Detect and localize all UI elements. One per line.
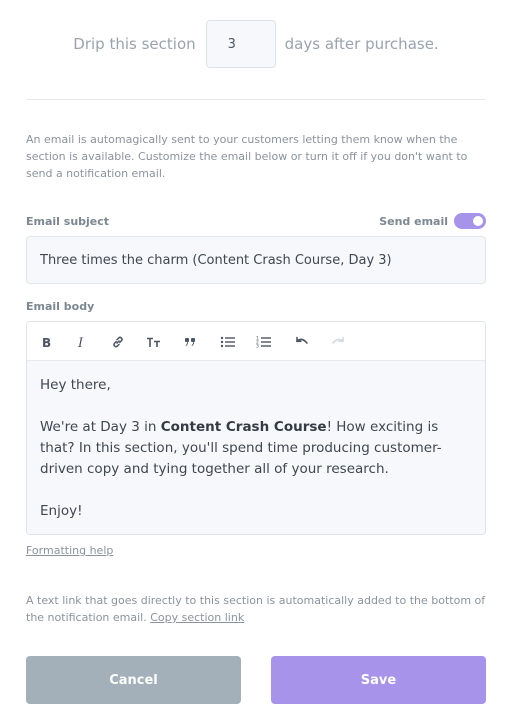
- svg-text:I: I: [77, 336, 84, 349]
- divider: [26, 99, 486, 100]
- drip-days-input[interactable]: [205, 20, 276, 68]
- section-link-info-text: A text link that goes directly to this s…: [26, 594, 486, 624]
- undo-icon[interactable]: [292, 332, 312, 352]
- italic-icon[interactable]: I: [72, 332, 92, 352]
- quote-icon[interactable]: [180, 332, 200, 352]
- body-paragraph-start: We're at Day 3 in: [40, 419, 161, 435]
- toggle-knob: [473, 216, 483, 226]
- drip-suffix-label: days after purchase.: [284, 35, 439, 53]
- save-button[interactable]: Save: [271, 656, 486, 704]
- drip-prefix-label: Drip this section: [73, 35, 196, 53]
- svg-text:3: 3: [256, 344, 259, 350]
- numbered-list-icon[interactable]: 1 2 3: [254, 332, 274, 352]
- email-body-label: Email body: [26, 300, 95, 313]
- cancel-button[interactable]: Cancel: [26, 656, 241, 704]
- copy-section-link[interactable]: Copy section link: [150, 611, 244, 624]
- drip-settings-row: Drip this section days after purchase.: [0, 20, 512, 68]
- svg-text:B: B: [42, 336, 51, 349]
- redo-icon[interactable]: [328, 332, 348, 352]
- email-info-text: An email is automagically sent to your c…: [26, 133, 468, 180]
- send-email-toggle[interactable]: [454, 213, 486, 229]
- section-link-info: A text link that goes directly to this s…: [26, 592, 488, 626]
- email-subject-input[interactable]: [26, 236, 486, 284]
- body-signoff: Enjoy!: [40, 503, 83, 519]
- email-body-content[interactable]: Hey there, We're at Day 3 in Content Cra…: [27, 361, 485, 522]
- send-email-label: Send email: [379, 214, 448, 228]
- email-body-editor: B I 1 2 3 Hey there, We're at Day 3 in C…: [26, 321, 486, 535]
- bold-icon[interactable]: B: [36, 332, 56, 352]
- course-name-bold: Content Crash Course: [160, 419, 327, 435]
- formatting-help-link[interactable]: Formatting help: [26, 544, 113, 557]
- link-icon[interactable]: [108, 332, 128, 352]
- body-paragraph: We're at Day 3 in Content Crash Course! …: [40, 417, 472, 480]
- editor-toolbar: B I 1 2 3: [27, 322, 485, 361]
- send-email-control: Send email: [379, 213, 486, 229]
- email-subject-label: Email subject: [26, 215, 110, 228]
- body-greeting: Hey there,: [40, 377, 111, 393]
- heading-icon[interactable]: [144, 332, 164, 352]
- bullet-list-icon[interactable]: [218, 332, 238, 352]
